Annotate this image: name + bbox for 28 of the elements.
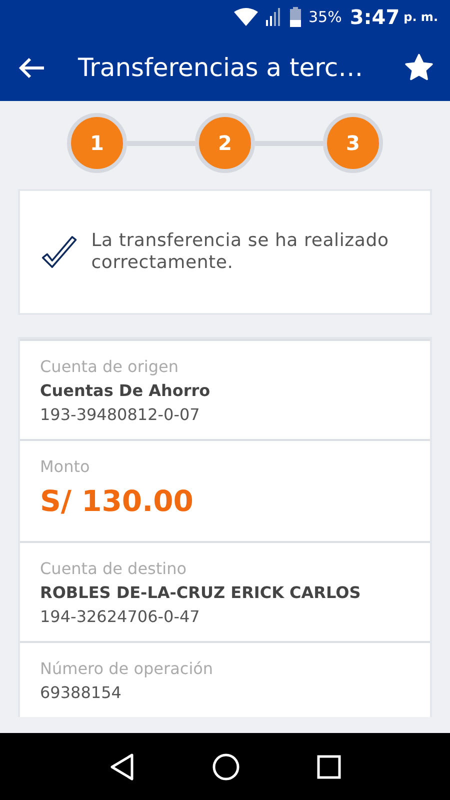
field-label: Monto (40, 456, 91, 478)
field-label: Número de operación (40, 658, 214, 680)
success-message: La transferencia se ha realizado correctamente. (91, 230, 390, 274)
signal-icon (266, 8, 282, 26)
field-value: 69388154 (40, 682, 122, 704)
back-button[interactable] (18, 56, 46, 78)
star-icon (404, 52, 434, 82)
back-nav-button[interactable] (108, 752, 135, 780)
step-indicator: 3 (323, 113, 383, 173)
battery-icon (290, 7, 301, 27)
back-arrow-icon (18, 56, 46, 78)
clock-time: 3:47 (350, 5, 400, 29)
field-value: ROBLES DE-LA-CRUZ ERICK CARLOS (40, 582, 362, 604)
favorite-button[interactable] (404, 52, 434, 82)
field-label: Cuenta de destino (40, 558, 188, 580)
wifi-icon (234, 8, 258, 26)
account-number: 193-39480812-0-07 (40, 404, 201, 426)
field-label: Cuenta de origen (40, 356, 180, 378)
battery-level: 35% (308, 8, 342, 26)
amount-value: S/ 130.00 (40, 483, 194, 520)
account-number: 194-32624706-0-47 (40, 606, 201, 628)
home-nav-button[interactable] (212, 752, 240, 780)
step-indicator: 1 (67, 113, 127, 173)
field-value: Cuentas De Ahorro (40, 380, 212, 402)
recents-nav-button[interactable] (317, 754, 342, 778)
step-indicator: 2 (195, 113, 255, 173)
screen-title: Transferencias a terc… (78, 53, 364, 82)
clock-period: p. m. (404, 10, 438, 24)
